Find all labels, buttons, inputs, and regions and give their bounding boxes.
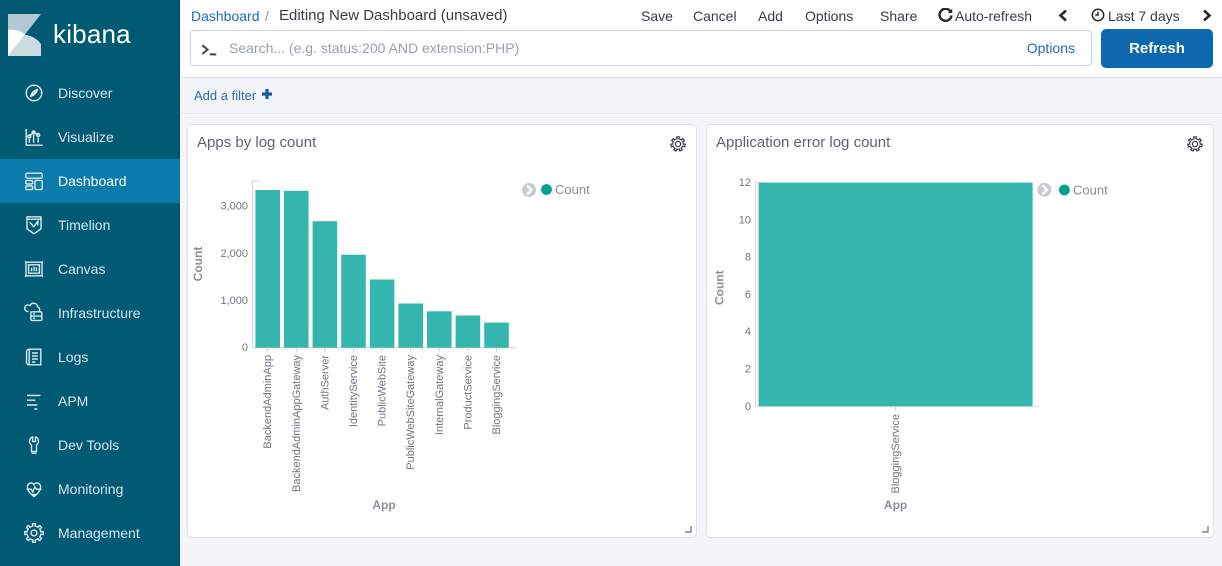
svg-text:BloggingService: BloggingService [491,355,503,435]
svg-text:InternalGateway: InternalGateway [434,355,446,436]
svg-text:App: App [884,498,907,512]
svg-text:6: 6 [745,289,751,301]
svg-text:2: 2 [745,364,751,376]
svg-text:AuthServer: AuthServer [319,355,331,410]
svg-text:0: 0 [745,401,751,413]
svg-text:Count: Count [191,247,205,282]
svg-text:BackendAdminAppGateway: BackendAdminAppGateway [291,355,303,492]
svg-text:1,000: 1,000 [220,295,248,307]
svg-text:12: 12 [739,177,751,189]
svg-text:PublicWebSite: PublicWebSite [377,355,389,426]
svg-text:Count: Count [713,270,727,305]
svg-text:3,000: 3,000 [220,201,248,213]
svg-text:0: 0 [242,342,248,354]
svg-text:2,000: 2,000 [220,248,248,260]
svg-text:App: App [372,498,395,512]
svg-text:10: 10 [739,214,751,226]
svg-text:IdentityService: IdentityService [348,355,360,427]
svg-text:8: 8 [745,252,751,264]
svg-text:BackendAdminApp: BackendAdminApp [262,355,274,449]
svg-text:Count: Count [555,182,590,197]
svg-text:PublicWebSiteGateway: PublicWebSiteGateway [405,355,417,470]
svg-text:ProductService: ProductService [462,355,474,430]
svg-text:Count: Count [1073,183,1108,198]
svg-text:4: 4 [745,326,751,338]
svg-text:BloggingService: BloggingService [890,414,902,494]
